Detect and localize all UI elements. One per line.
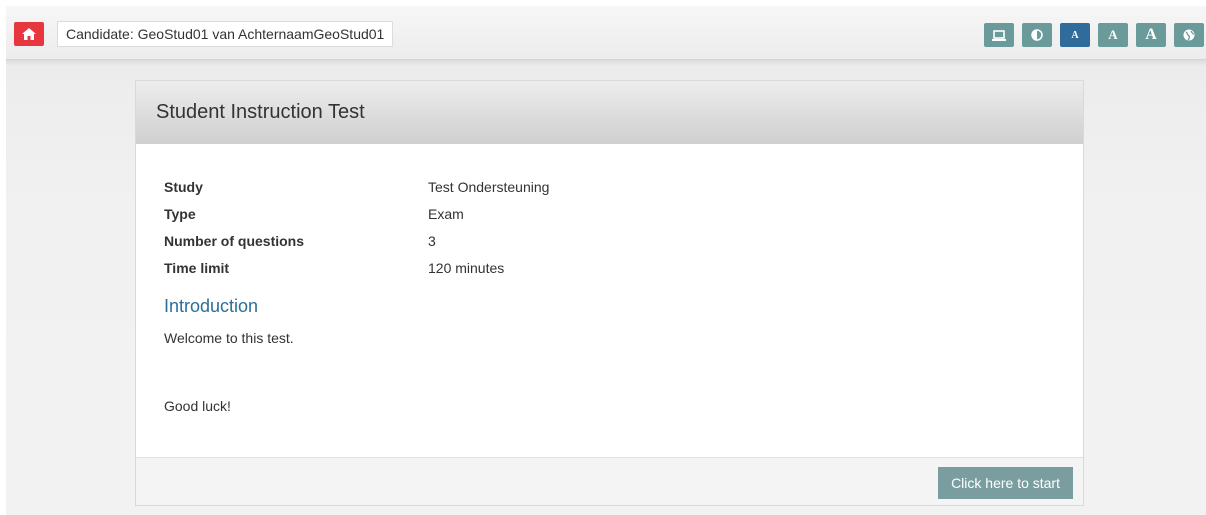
start-test-button[interactable]: Click here to start bbox=[938, 467, 1073, 499]
home-icon bbox=[22, 28, 36, 40]
closing-text: Good luck! bbox=[164, 398, 231, 414]
info-label: Time limit bbox=[164, 260, 230, 276]
language-button[interactable] bbox=[1174, 23, 1204, 47]
info-value: Test Ondersteuning bbox=[428, 179, 550, 195]
contrast-icon bbox=[1031, 29, 1043, 41]
welcome-text: Welcome to this test. bbox=[164, 330, 294, 346]
test-card: Student Instruction Test Study Test Onde… bbox=[135, 80, 1084, 506]
info-value: 120 minutes bbox=[428, 260, 505, 276]
font-size-large-button[interactable]: A bbox=[1136, 23, 1166, 47]
info-label: Number of questions bbox=[164, 233, 305, 249]
font-medium-icon: A bbox=[1108, 27, 1118, 42]
font-size-small-button[interactable]: A bbox=[1060, 23, 1090, 47]
font-large-icon: A bbox=[1145, 26, 1157, 43]
info-value: Exam bbox=[428, 206, 464, 222]
info-label: Type bbox=[164, 206, 196, 222]
contrast-button[interactable] bbox=[1022, 23, 1052, 47]
font-size-medium-button[interactable]: A bbox=[1098, 23, 1128, 47]
info-value: 3 bbox=[428, 233, 436, 249]
introduction-heading: Introduction bbox=[164, 296, 259, 316]
toolbar: A A A bbox=[984, 23, 1204, 47]
candidate-label: Candidate: GeoStud01 van AchternaamGeoSt… bbox=[57, 21, 394, 47]
top-bar: Candidate: GeoStud01 van AchternaamGeoSt… bbox=[6, 6, 1206, 60]
info-label: Study bbox=[164, 179, 203, 195]
card-footer: Click here to start bbox=[136, 457, 1083, 505]
card-title: Student Instruction Test bbox=[136, 81, 1083, 144]
globe-icon bbox=[1183, 29, 1195, 41]
home-button[interactable] bbox=[14, 22, 44, 46]
monitor-button[interactable] bbox=[984, 23, 1014, 47]
font-small-icon: A bbox=[1071, 29, 1079, 41]
card-body: Study Test Ondersteuning Type Exam Numbe… bbox=[136, 144, 1083, 458]
monitor-icon bbox=[992, 29, 1006, 41]
app-frame: Candidate: GeoStud01 van AchternaamGeoSt… bbox=[6, 6, 1206, 515]
